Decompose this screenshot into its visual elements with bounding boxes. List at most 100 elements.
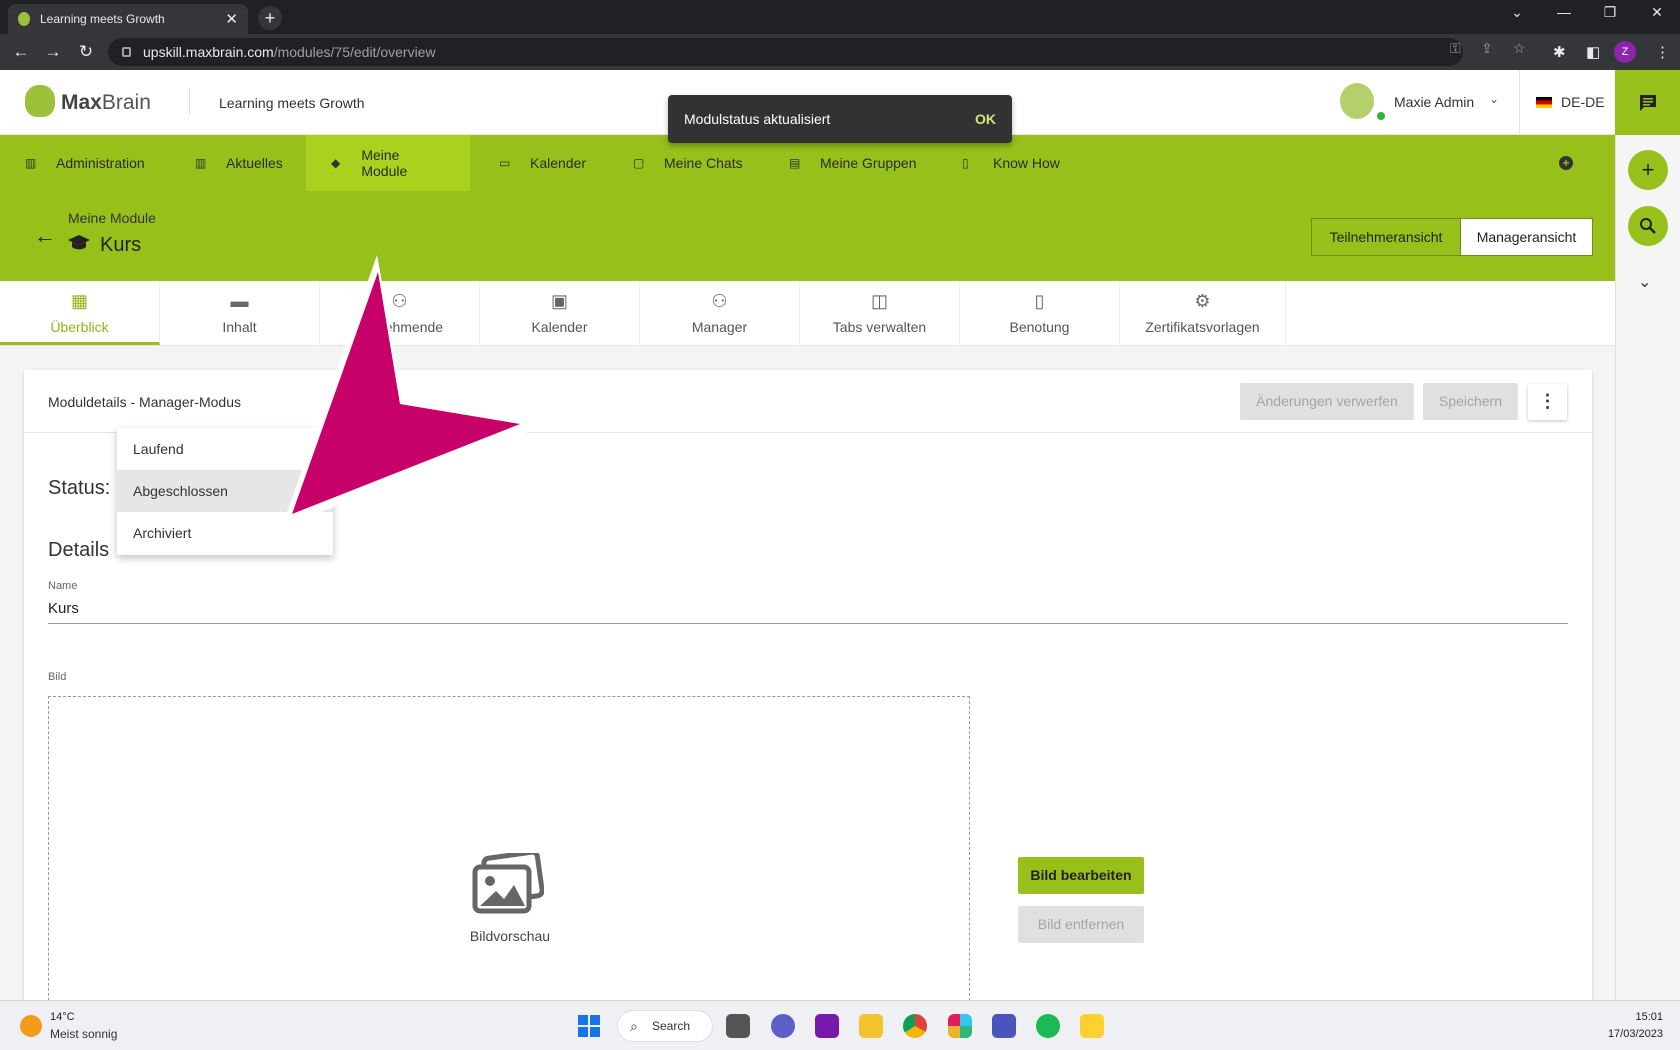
graduation-cap-icon: ◆: [331, 156, 341, 170]
tab-kalender[interactable]: ▣ Kalender: [480, 281, 640, 345]
file-explorer-icon[interactable]: [859, 1014, 883, 1038]
chat-panel-button[interactable]: [1615, 70, 1680, 135]
tab-teilnehmende[interactable]: ⚇ Teilnehmende: [320, 281, 480, 345]
nav-item-kalender[interactable]: ▭ Kalender: [474, 135, 611, 191]
remove-image-button[interactable]: Bild entfernen: [1018, 906, 1144, 943]
graduation-cap-icon: [68, 235, 90, 256]
key-icon[interactable]: ⚿: [1450, 40, 1461, 57]
toast-ok-button[interactable]: OK: [975, 111, 996, 127]
status-option-archiviert[interactable]: Archiviert: [117, 512, 333, 554]
close-window-button[interactable]: ✕: [1642, 4, 1672, 21]
taskbar-time[interactable]: 15:01: [1627, 1011, 1663, 1023]
news-icon: ▥: [195, 156, 207, 170]
weather-sun-icon[interactable]: [20, 1015, 42, 1037]
browser-tab[interactable]: Learning meets Growth ✕: [8, 4, 248, 34]
nav-item-aktuelles[interactable]: ▥ Aktuelles: [170, 135, 308, 191]
windows-start-icon[interactable]: [578, 1015, 600, 1037]
restore-window-button[interactable]: ❐: [1595, 4, 1625, 21]
reload-button[interactable]: ↻: [75, 42, 97, 62]
tab-zertifikatsvorlagen[interactable]: ⚙ Zertifikatsvorlagen: [1120, 281, 1286, 345]
status-option-laufend[interactable]: Laufend: [117, 428, 333, 470]
taskbar-date[interactable]: 17/03/2023: [1595, 1028, 1663, 1040]
main-navigation: ▥ Administration ▥ Aktuelles ◆ Meine Module…: [0, 135, 1615, 191]
save-button[interactable]: Speichern: [1423, 383, 1518, 420]
name-field[interactable]: Kurs: [48, 600, 79, 617]
tab-tabs-verwalten[interactable]: ◫ Tabs verwalten: [800, 281, 960, 345]
chat-icon: [1639, 94, 1656, 111]
manager-view-button[interactable]: Manageransicht: [1461, 219, 1592, 255]
tab-ueberblick[interactable]: ▦ Überblick: [0, 281, 160, 345]
task-view-icon[interactable]: [726, 1014, 750, 1038]
page-title-text: Kurs: [100, 234, 142, 256]
minimize-window-button[interactable]: —: [1549, 4, 1579, 20]
spotify-icon[interactable]: [1036, 1014, 1060, 1038]
slack-icon[interactable]: [948, 1014, 972, 1038]
rail-expand-chevron-icon[interactable]: ⌄: [1638, 272, 1651, 292]
miro-icon[interactable]: [1080, 1014, 1104, 1038]
breadcrumb[interactable]: Meine Module: [68, 210, 156, 226]
user-avatar[interactable]: [1340, 83, 1374, 119]
search-icon: [1640, 218, 1656, 234]
extensions-icon[interactable]: ✱: [1553, 43, 1566, 61]
status-option-abgeschlossen[interactable]: Abgeschlossen: [117, 470, 333, 512]
edit-image-button[interactable]: Bild bearbeiten: [1018, 857, 1144, 894]
close-tab-icon[interactable]: ✕: [225, 10, 238, 28]
favicon-icon: [18, 12, 30, 26]
view-toggle: Teilnehmeransicht Manageransicht: [1311, 218, 1593, 256]
nav-item-know-how[interactable]: ▯ Know How: [937, 135, 1085, 191]
weather-temperature[interactable]: 14°C: [50, 1011, 75, 1023]
share-icon[interactable]: ⇪: [1481, 40, 1493, 57]
url-host: upskill.maxbrain.com: [143, 44, 274, 60]
tab-benotung[interactable]: ▯ Benotung: [960, 281, 1120, 345]
tab-manager[interactable]: ⚇ Manager: [640, 281, 800, 345]
page-header: ← Meine Module Kurs Teilnehmeransicht Ma…: [0, 191, 1615, 281]
name-field-label: Name: [48, 580, 78, 592]
brand-logo[interactable]: MaxBrain: [61, 91, 151, 115]
calendar-icon: ▣: [550, 291, 568, 311]
search-button[interactable]: [1628, 206, 1668, 246]
calendar-icon: ▭: [499, 156, 511, 170]
add-nav-icon[interactable]: +: [1559, 156, 1573, 170]
browser-tabstrip: Learning meets Growth ✕ + ⌄ — ❐ ✕: [0, 0, 1680, 34]
browser-menu-icon[interactable]: ⋮: [1655, 43, 1670, 61]
building-icon: ▥: [25, 156, 37, 170]
side-panel-icon[interactable]: ◧: [1586, 43, 1600, 61]
back-button[interactable]: ←: [10, 42, 32, 62]
participant-view-button[interactable]: Teilnehmeransicht: [1312, 219, 1461, 255]
url-path: /modules/75/edit/overview: [273, 44, 436, 60]
chrome-icon[interactable]: [903, 1014, 927, 1038]
certificate-settings-icon: ⚙: [1194, 291, 1211, 311]
more-options-button[interactable]: ⋮: [1528, 384, 1567, 420]
chevron-down-icon[interactable]: ⌄: [1489, 92, 1499, 106]
nav-item-meine-chats[interactable]: ▢ Meine Chats: [608, 135, 768, 191]
discard-changes-button[interactable]: Änderungen verwerfen: [1240, 383, 1414, 420]
status-toast: Modulstatus aktualisiert OK: [668, 95, 1012, 143]
windows-taskbar: [0, 1000, 1680, 1050]
bookmark-star-icon[interactable]: ☆: [1513, 40, 1526, 57]
image-dropzone[interactable]: [48, 696, 970, 1006]
language-selector[interactable]: DE-DE: [1561, 94, 1605, 110]
nav-item-administration[interactable]: ▥ Administration: [0, 135, 170, 191]
image-preview-label: Bildvorschau: [469, 928, 551, 944]
user-name[interactable]: Maxie Admin: [1394, 94, 1474, 110]
taskbar-search[interactable]: ⌕ Search: [617, 1010, 713, 1042]
profile-avatar[interactable]: Z: [1614, 41, 1636, 63]
nav-item-meine-gruppen[interactable]: ▤ Meine Gruppen: [764, 135, 942, 191]
nav-item-meine-module[interactable]: ◆ Meine Module: [306, 135, 470, 191]
tab-search-chevron-icon[interactable]: ⌄: [1502, 4, 1532, 21]
forward-button[interactable]: →: [42, 42, 64, 62]
teams-chat-icon[interactable]: [771, 1014, 795, 1038]
onenote-icon[interactable]: [815, 1014, 839, 1038]
header-tagline: Learning meets Growth: [219, 95, 365, 111]
header-divider-right: [1519, 70, 1520, 135]
address-bar[interactable]: upskill.maxbrain.com/modules/75/edit/ove…: [108, 38, 1463, 66]
back-arrow-icon[interactable]: ←: [34, 223, 56, 249]
name-field-underline: [48, 623, 1568, 624]
add-button[interactable]: +: [1628, 150, 1668, 190]
tab-inhalt[interactable]: ▬ Inhalt: [160, 281, 320, 345]
new-tab-button[interactable]: +: [258, 6, 282, 30]
image-gallery-icon: [472, 853, 544, 914]
teams-icon[interactable]: [992, 1014, 1016, 1038]
weather-description[interactable]: Meist sonnig: [50, 1027, 117, 1041]
brain-logo-icon: [25, 85, 55, 117]
